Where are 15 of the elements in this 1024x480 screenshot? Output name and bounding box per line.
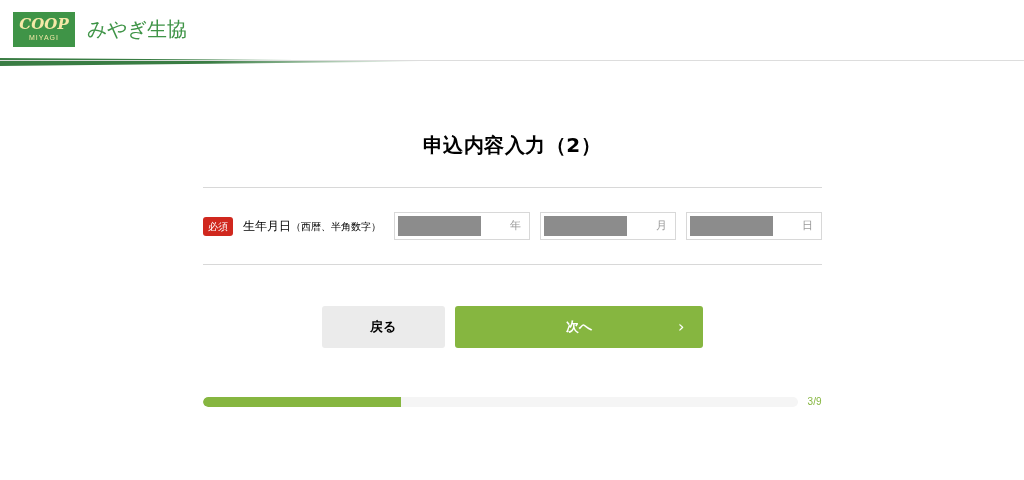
unit-label: 日 (801, 217, 813, 234)
field-label: 生年月日 (242, 218, 291, 235)
unit-label: 月 (655, 217, 667, 234)
brand-name: みやぎ生協 (87, 16, 187, 43)
required-badge: 必須 (202, 216, 233, 236)
input-field[interactable]: 日 (685, 212, 822, 240)
input-field[interactable]: 月 (539, 212, 676, 240)
field-note: （西暦、半角数字） (290, 219, 381, 234)
input-field[interactable]: 年 (393, 212, 530, 240)
chevron-icon: › (678, 315, 685, 339)
unit-label: 年 (509, 217, 521, 234)
progress-reading: 3/9 (807, 395, 822, 409)
back-button[interactable]: 戻る (321, 306, 445, 348)
page-title: 申込内容入力（2） (422, 132, 602, 159)
next-button[interactable]: 次へ › (454, 306, 703, 348)
